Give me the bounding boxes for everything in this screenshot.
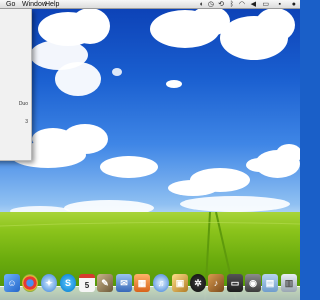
about-processor-text: Duo	[18, 101, 28, 107]
status-circle-icon[interactable]: ◐	[200, 0, 204, 9]
ical-icon[interactable]: ▦	[134, 274, 150, 292]
battery-icon[interactable]: ▭	[262, 0, 269, 9]
dashboard-icon[interactable]: ✲	[190, 274, 206, 292]
menu-bar: Go Window Help ◐ ◷ ⟲ ᛒ ◠ ◀ ▭ ▪ ●	[0, 0, 300, 9]
chrome-icon[interactable]	[22, 274, 38, 292]
bluetooth-icon[interactable]: ᛒ	[230, 0, 234, 9]
about-version-text: 3	[25, 119, 28, 125]
camera-icon[interactable]: ◉	[245, 274, 261, 292]
mail-icon[interactable]: ✉	[116, 274, 132, 292]
folder-icon[interactable]: ▤	[262, 274, 278, 292]
volume-icon[interactable]: ◀	[251, 0, 256, 9]
guitar-icon[interactable]: ♪	[208, 274, 224, 292]
user-icon[interactable]: ●	[292, 0, 296, 9]
flag-icon[interactable]: ▪	[279, 0, 281, 9]
photo-icon[interactable]: ▣	[172, 274, 188, 292]
time-machine-icon[interactable]: ◷	[208, 0, 214, 9]
calendar-icon[interactable]: 5	[79, 274, 95, 292]
wifi-icon[interactable]: ◠	[239, 0, 245, 9]
finder-icon[interactable]: ☺	[4, 274, 20, 292]
desktop-wallpaper	[0, 0, 300, 300]
about-this-mac-window[interactable]: Duo 3	[0, 9, 32, 161]
trash-icon[interactable]: ▥	[281, 274, 297, 292]
preview-icon[interactable]: ✎	[97, 274, 113, 292]
sync-icon[interactable]: ⟲	[218, 0, 224, 9]
menu-window[interactable]: Window	[22, 0, 47, 9]
terminal-icon[interactable]: ▭	[227, 274, 243, 292]
itunes-icon[interactable]: ♫	[153, 274, 169, 292]
menu-help[interactable]: Help	[45, 0, 59, 9]
safari-icon[interactable]: ✦	[41, 274, 57, 292]
skype-icon[interactable]: S	[60, 274, 76, 292]
menu-go[interactable]: Go	[6, 0, 15, 9]
